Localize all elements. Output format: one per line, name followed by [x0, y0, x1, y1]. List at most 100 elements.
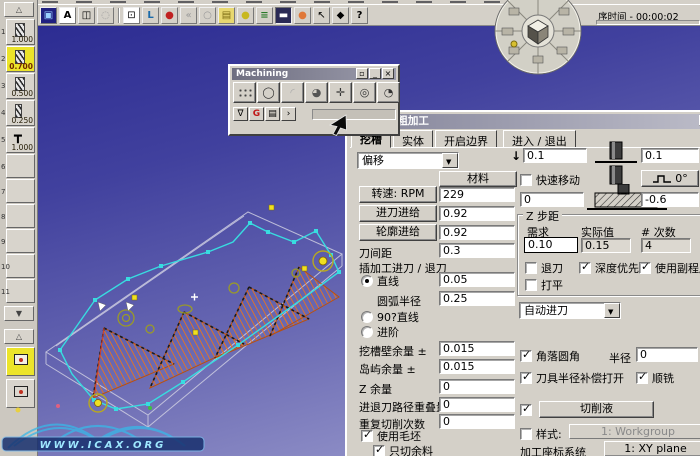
tool-slot-2-selected[interactable]: 2 0.700 [1, 46, 35, 72]
machine-cs-button[interactable]: 1: XY plane [604, 441, 700, 456]
pocket-mill-icon[interactable]: ◕ [305, 82, 328, 103]
view-compass-wheel[interactable] [493, 0, 583, 76]
contour-feed-button[interactable]: 轮廓进给 [359, 224, 437, 241]
plunge-feed-button[interactable]: 进刀进给 [359, 205, 437, 222]
contour-feed-field[interactable]: 0.92 [439, 225, 515, 240]
expand-arrow-icon[interactable]: › [281, 107, 296, 121]
point-pattern-tool-icon[interactable] [233, 82, 256, 103]
curve-tool-icon[interactable]: L [142, 7, 159, 24]
chevron-down-icon[interactable] [442, 153, 458, 169]
clearance-up-field[interactable]: 0.1 [641, 148, 699, 163]
stepover-field[interactable]: 0.3 [439, 243, 515, 258]
offset-dropdown[interactable]: 偏移 [357, 152, 459, 169]
required-step-field[interactable]: 0.10 [524, 237, 578, 253]
coolant-button[interactable]: 切削液 [539, 401, 654, 418]
material-button[interactable]: 材料 [439, 171, 517, 187]
coolant-checkbox[interactable] [520, 402, 532, 416]
tool-slot-1[interactable]: 1 1.000 [1, 19, 35, 45]
dialog-titlebar[interactable]: 程序 #1 粗加工 [349, 114, 700, 129]
point-snap-icon[interactable]: ⊡ [123, 7, 140, 24]
wall-stock-label: 挖槽壁余量 ± [359, 345, 427, 358]
material-icon[interactable]: ● [294, 7, 311, 24]
repeat-cut-field[interactable]: 0 [439, 414, 515, 429]
rest-material-checkbox[interactable]: 只切余料 [373, 443, 433, 456]
rough-mill-icon[interactable]: ✛ [329, 82, 352, 103]
line90-approach-radio[interactable]: 90?直线 [361, 309, 419, 325]
tool-slot-3[interactable]: 3 0.500 [1, 73, 35, 99]
palette-minimize-icon[interactable]: _ [369, 68, 381, 79]
use-stock-checkbox[interactable]: 使用毛坯 [361, 428, 421, 444]
spindle-rpm-button[interactable]: 转速: RPM [359, 186, 437, 203]
checkbox-icon [525, 279, 537, 291]
annotation-icon[interactable]: A [59, 7, 76, 24]
context-help-icon[interactable]: ? [351, 7, 368, 24]
line-approach-radio[interactable]: 直线 [361, 273, 399, 289]
z-stock-field[interactable]: 0 [439, 379, 515, 394]
flatten-checkbox[interactable]: 打平 [525, 277, 563, 293]
bottom-z-field[interactable]: -0.6 [641, 192, 699, 207]
tool-list-scroll-down[interactable]: ▼ [4, 306, 34, 321]
retract-checkbox[interactable]: 退刀 [525, 260, 563, 276]
pick-arrow-icon[interactable]: ↖ [313, 7, 330, 24]
mode-scroll-up[interactable]: △ [4, 329, 34, 344]
tab-entry-exit[interactable]: 进入 / 退出 [503, 130, 576, 148]
profile-tool-icon[interactable]: ◯ [257, 82, 280, 103]
advanced-approach-radio[interactable]: 进阶 [361, 324, 399, 340]
tool-number: 5 [1, 136, 6, 144]
corner-select-icon[interactable]: ◆ [332, 7, 349, 24]
contour-mill-icon[interactable]: ◔ [377, 82, 400, 103]
layers-icon[interactable]: ≡ [256, 7, 273, 24]
post-processor-button[interactable] [6, 379, 35, 408]
corner-fillet-checkbox[interactable]: 角落圆角 [520, 348, 580, 364]
plunge-feed-field[interactable]: 0.92 [439, 206, 515, 221]
subprogram-checkbox[interactable]: 使用副程序 [639, 260, 700, 276]
drill-cycle-icon[interactable]: ◎ [353, 82, 376, 103]
line-length-field[interactable]: 0.05 [439, 272, 515, 287]
filter-icon[interactable]: ∇ [233, 107, 248, 121]
tab-open-boundary[interactable]: 开启边界 [435, 130, 497, 148]
simulation-icon[interactable]: ● [161, 7, 178, 24]
tool-slot-9-empty[interactable]: 9 [1, 229, 35, 253]
tool-slot-10-empty[interactable]: 10 [1, 254, 35, 278]
copy-icon-disabled[interactable]: « [180, 7, 197, 24]
surface-mill-icon[interactable]: ◜ [281, 82, 304, 103]
arc-radius-field[interactable]: 0.25 [439, 291, 515, 306]
tool-above-part-icon [595, 141, 637, 163]
tool-slot-6-empty[interactable]: 6 [1, 154, 35, 178]
tool-slot-11-empty[interactable]: 11 [1, 279, 35, 303]
edit-path-icon[interactable]: ▤ [265, 107, 280, 121]
spindle-rpm-field[interactable]: 229 [439, 187, 515, 202]
view-cube-icon[interactable]: ◫ [78, 7, 95, 24]
stock-box-icon[interactable]: ▤ [218, 7, 235, 24]
wall-stock-field[interactable]: 0.015 [439, 341, 515, 356]
palette-close-icon[interactable]: × [382, 68, 394, 79]
island-stock-field[interactable]: 0.015 [439, 359, 515, 374]
circle-icon-disabled[interactable]: ○ [199, 7, 216, 24]
climb-mill-checkbox[interactable]: 顺铣 [636, 370, 674, 386]
cutter-comp-checkbox[interactable]: 刀具半径补偿打开 [520, 370, 624, 386]
depth-first-checkbox[interactable]: 深度优先 [579, 260, 639, 276]
simulator-button[interactable] [6, 347, 35, 376]
tool-slot-8-empty[interactable]: 8 [1, 204, 35, 228]
blank-part-icon[interactable]: ● [237, 7, 254, 24]
clearance-down-field[interactable]: 0.1 [523, 148, 587, 163]
chevron-down-icon[interactable] [604, 303, 620, 319]
tool-slot-4[interactable]: 4 0.250 [1, 100, 35, 126]
tool-list-scroll-up[interactable]: △ [4, 2, 34, 17]
light-toggle-icon[interactable] [510, 40, 518, 48]
fillet-radius-field[interactable]: 0 [636, 347, 698, 362]
machining-palette: Machining ▫ _ × ◯ ◜ ◕ ✛ ◎ ◔ ∇ G ▤ › [228, 64, 400, 136]
palette-pin-icon[interactable]: ▫ [356, 68, 368, 79]
screen-flag-icon[interactable]: ▬ [275, 7, 292, 24]
rapid-move-checkbox[interactable]: 快速移动 [520, 172, 580, 188]
tool-at-top-icon [609, 165, 623, 185]
style-checkbox[interactable]: 样式: [520, 426, 562, 442]
tool-slot-7-empty[interactable]: 7 [1, 179, 35, 203]
display-settings-icon[interactable]: ▣ [40, 7, 57, 24]
tool-slot-5[interactable]: 5 ┳ 1.000 [1, 127, 35, 153]
gcode-icon[interactable]: G [249, 107, 264, 121]
top-z-field[interactable]: 0 [520, 192, 584, 207]
overlap-field[interactable]: 0 [439, 397, 515, 412]
entry-mode-dropdown[interactable]: 自动进刀 [519, 302, 621, 319]
shading-icon[interactable]: ◌ [97, 7, 114, 24]
